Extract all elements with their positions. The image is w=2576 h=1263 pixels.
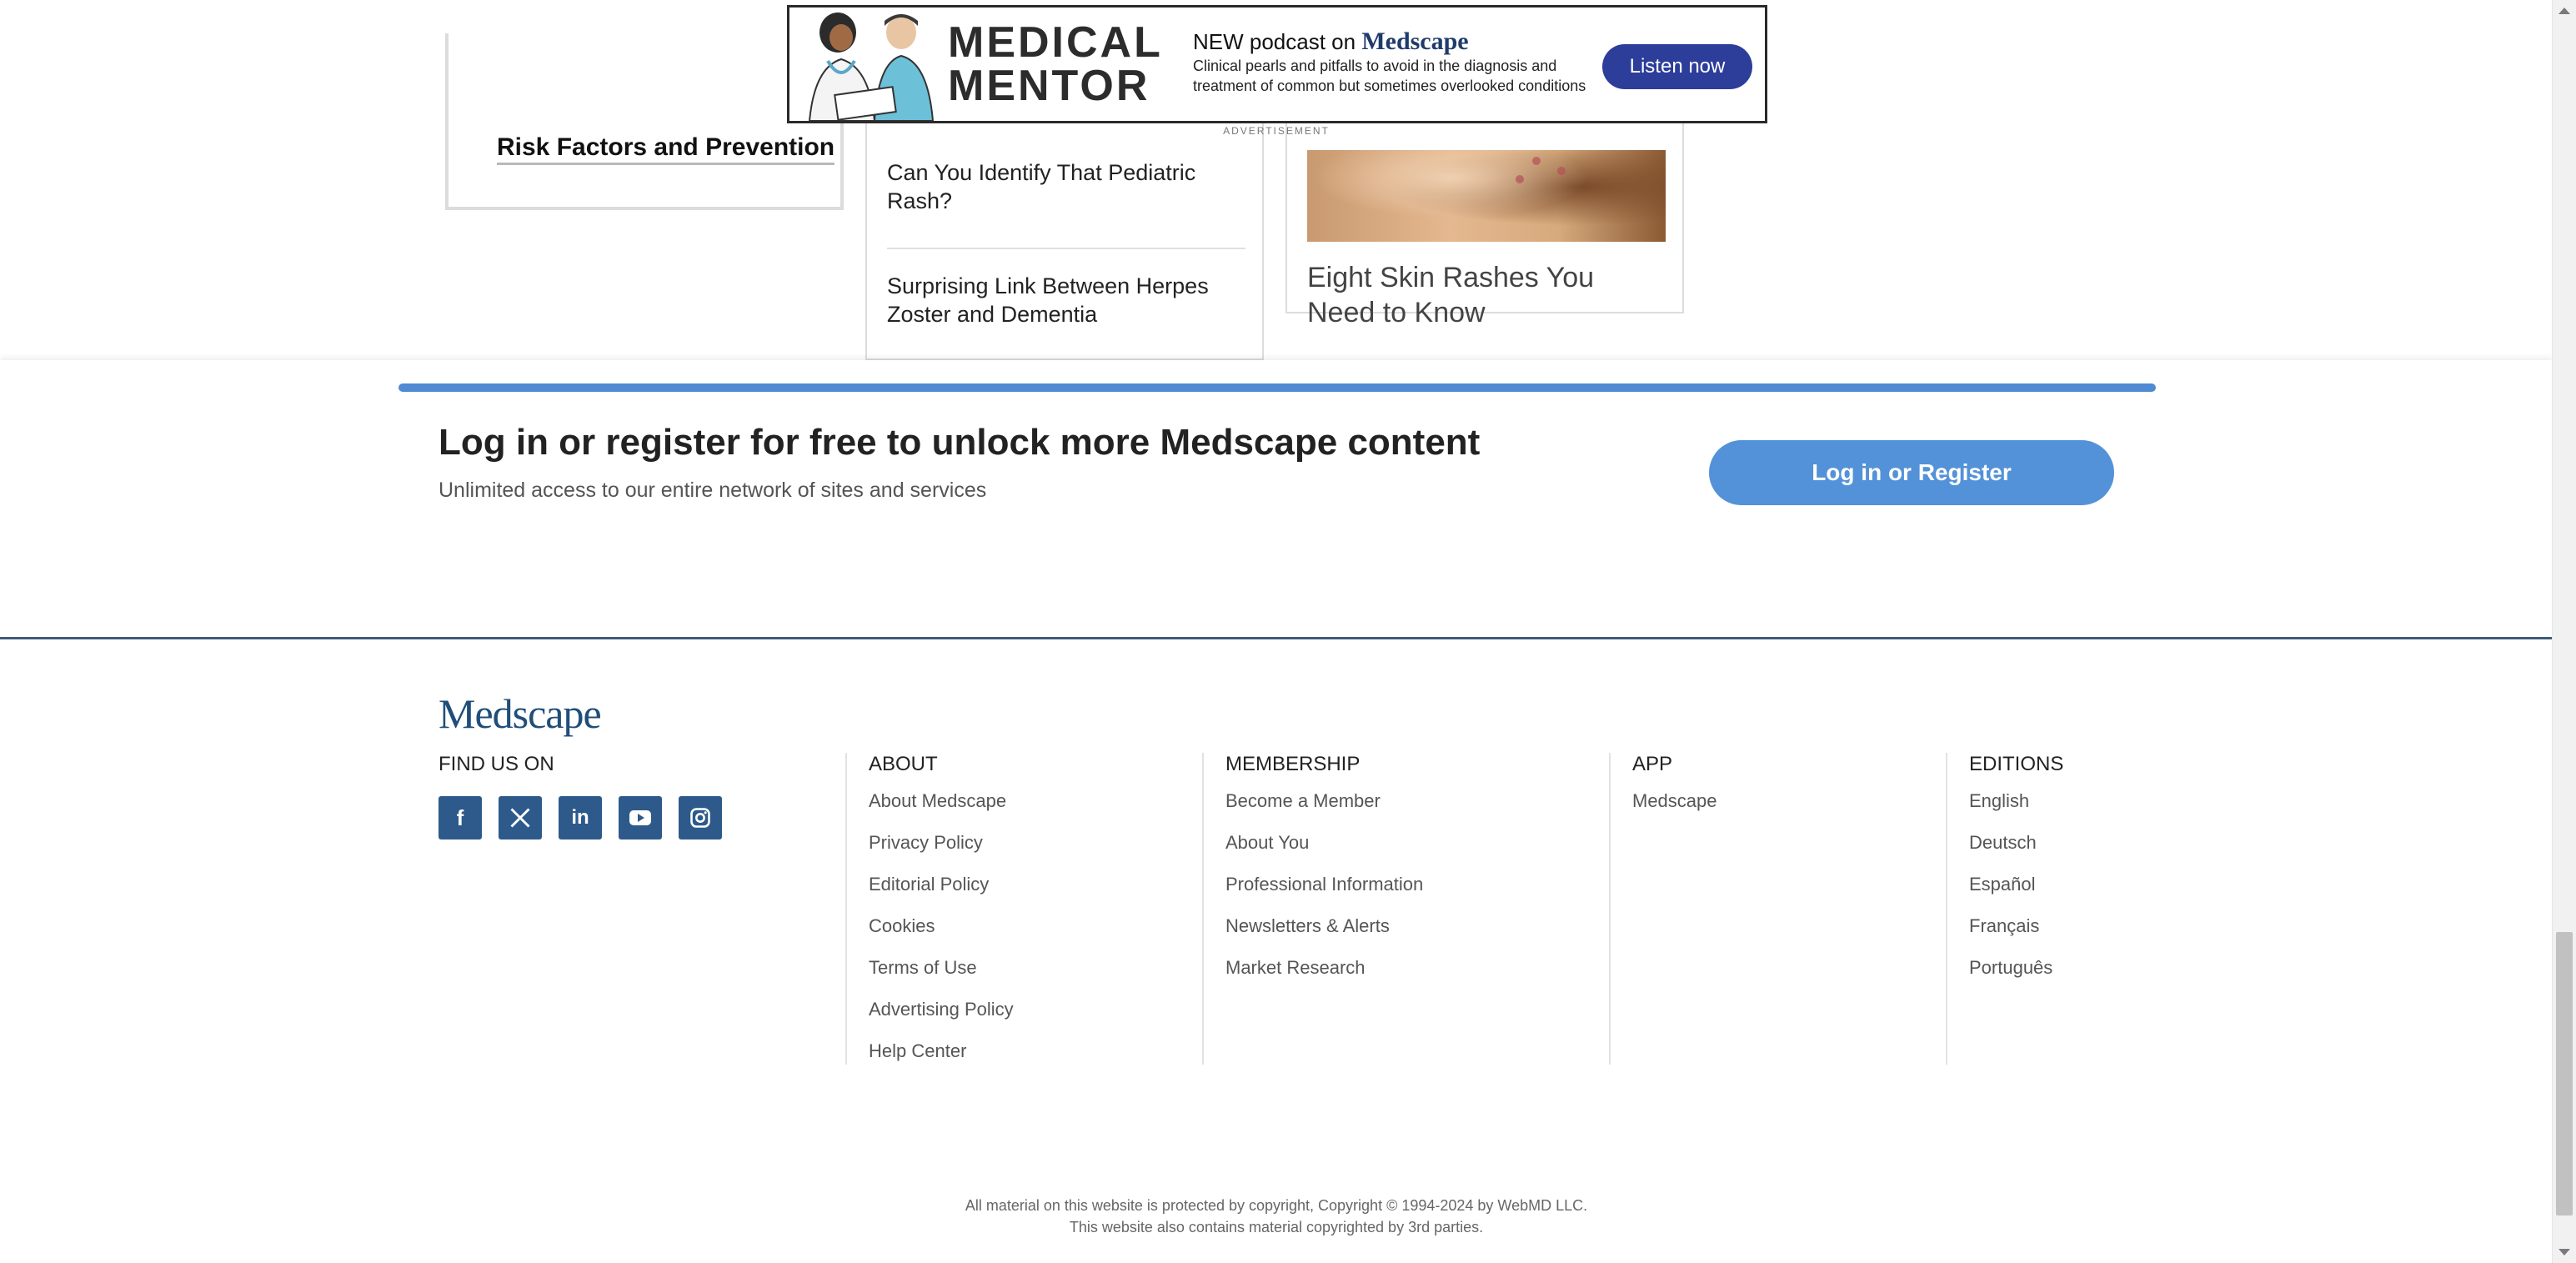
login-register-button[interactable]: Log in or Register xyxy=(1709,440,2114,505)
social-links: f in xyxy=(439,796,722,839)
footer-link-market-research[interactable]: Market Research xyxy=(1225,958,1609,1000)
divider xyxy=(887,248,1245,249)
footer-link-cookies[interactable]: Cookies xyxy=(869,916,1202,958)
ad-description: Clinical pearls and pitfalls to avoid in… xyxy=(1193,58,1586,94)
facebook-icon[interactable]: f xyxy=(439,796,482,839)
advertisement-label: ADVERTISEMENT xyxy=(1223,125,1330,137)
footer-link-advertising-policy[interactable]: Advertising Policy xyxy=(869,1000,1202,1041)
copyright: All material on this website is protecte… xyxy=(0,1195,2553,1238)
ad-headline: NEW podcast on Medscape xyxy=(1193,28,1469,56)
find-us-heading: FIND US ON xyxy=(439,753,554,775)
page-scrollbar[interactable] xyxy=(2552,0,2576,1263)
register-subheading: Unlimited access to our entire network o… xyxy=(439,479,987,502)
about-heading: ABOUT xyxy=(869,753,938,775)
skin-rash-thumbnail[interactable] xyxy=(1307,150,1666,242)
ad-brand: MEDICAL MENTOR xyxy=(948,21,1163,108)
footer-link-professional-info[interactable]: Professional Information xyxy=(1225,875,1609,916)
medscape-logo[interactable]: Medscape xyxy=(439,689,602,738)
footer-link-about-you[interactable]: About You xyxy=(1225,833,1609,875)
register-banner: Log in or register for free to unlock mo… xyxy=(0,360,2553,639)
footer-membership-column: MEMBERSHIP Become a Member About You Pro… xyxy=(1202,753,1609,1065)
rash-spot xyxy=(1532,157,1541,165)
linkedin-icon[interactable]: in xyxy=(559,796,602,839)
doctors-illustration-icon xyxy=(808,13,935,121)
ad-brand-line2: MENTOR xyxy=(948,62,1150,110)
rash-spot xyxy=(1557,167,1566,175)
footer-link-english[interactable]: English xyxy=(1969,791,2269,833)
scroll-down-arrow-icon[interactable] xyxy=(2558,1249,2570,1255)
register-heading: Log in or register for free to unlock mo… xyxy=(439,422,1481,463)
scroll-up-arrow-icon[interactable] xyxy=(2558,8,2570,14)
footer-link-privacy-policy[interactable]: Privacy Policy xyxy=(869,833,1202,875)
copyright-line-2: This website also contains material copy… xyxy=(1069,1219,1484,1235)
ad-headline-prefix: NEW podcast on xyxy=(1193,29,1362,54)
register-accent-bar xyxy=(398,383,2156,392)
footer-editions-column: EDITIONS English Deutsch Español Françai… xyxy=(1946,753,2269,1065)
footer-link-medscape-app[interactable]: Medscape xyxy=(1632,791,1946,833)
related-card-left: Risk Factors and Prevention xyxy=(445,33,844,210)
footer-link-portugues[interactable]: Português xyxy=(1969,958,2269,1000)
footer-link-espanol[interactable]: Español xyxy=(1969,875,2269,916)
related-link-pediatric-rash[interactable]: Can You Identify That Pediatric Rash? xyxy=(887,158,1237,215)
app-heading: APP xyxy=(1632,753,1673,775)
related-link-herpes-zoster[interactable]: Surprising Link Between Herpes Zoster an… xyxy=(887,272,1237,328)
rash-spot xyxy=(1516,175,1524,183)
related-article-title[interactable]: Risk Factors and Prevention xyxy=(497,133,835,165)
footer-link-about-medscape[interactable]: About Medscape xyxy=(869,791,1202,833)
youtube-icon[interactable] xyxy=(619,796,662,839)
footer-link-newsletters[interactable]: Newsletters & Alerts xyxy=(1225,916,1609,958)
membership-heading: MEMBERSHIP xyxy=(1225,753,1361,775)
footer: Medscape FIND US ON f in ABOUT About Med… xyxy=(0,639,2553,1263)
ad-headline-brand: Medscape xyxy=(1361,28,1469,55)
editions-heading: EDITIONS xyxy=(1969,753,2064,775)
scrollbar-thumb[interactable] xyxy=(2556,932,2573,1215)
x-icon[interactable] xyxy=(499,796,542,839)
footer-link-editorial-policy[interactable]: Editorial Policy xyxy=(869,875,1202,916)
footer-link-deutsch[interactable]: Deutsch xyxy=(1969,833,2269,875)
footer-link-terms-of-use[interactable]: Terms of Use xyxy=(869,958,1202,1000)
footer-link-help-center[interactable]: Help Center xyxy=(869,1041,1202,1083)
footer-about-column: ABOUT About Medscape Privacy Policy Edit… xyxy=(845,753,1202,1065)
slideshow-title[interactable]: Eight Skin Rashes You Need to Know xyxy=(1307,260,1666,330)
footer-link-become-member[interactable]: Become a Member xyxy=(1225,791,1609,833)
ad-brand-line1: MEDICAL xyxy=(948,18,1163,67)
listen-now-button[interactable]: Listen now xyxy=(1602,44,1752,89)
footer-link-francais[interactable]: Français xyxy=(1969,916,2269,958)
footer-app-column: APP Medscape xyxy=(1609,753,1946,1065)
ad-banner[interactable]: MEDICAL MENTOR NEW podcast on Medscape Cl… xyxy=(787,5,1767,123)
instagram-icon[interactable] xyxy=(679,796,722,839)
copyright-line-1: All material on this website is protecte… xyxy=(965,1197,1588,1214)
